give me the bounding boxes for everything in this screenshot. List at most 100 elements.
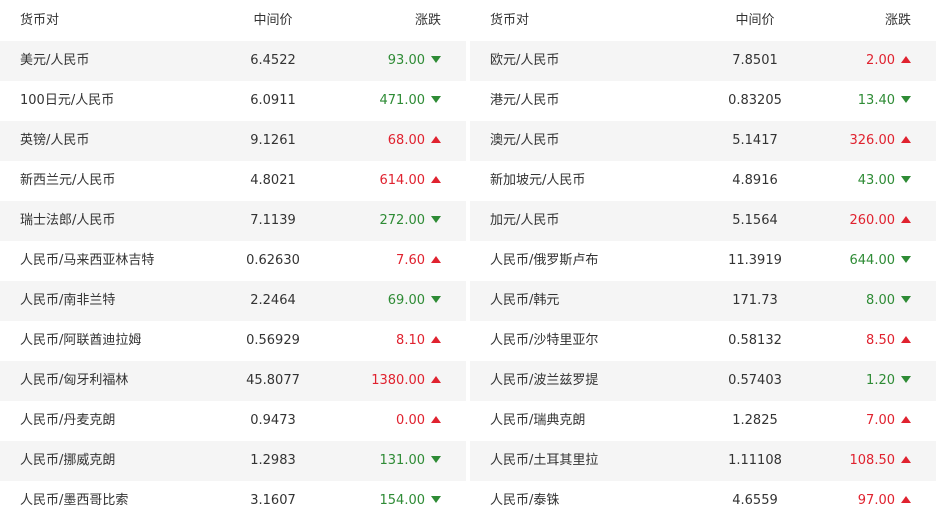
table-row: 人民币/俄罗斯卢布 11.3919 644.00 — [470, 241, 936, 281]
triangle-up-icon — [431, 136, 441, 143]
change-value: 1.20 — [866, 373, 895, 388]
mid-price: 7.1139 — [250, 213, 296, 228]
table-row: 人民币/瑞典克朗 1.2825 7.00 — [470, 401, 936, 441]
mid-price: 1.2983 — [250, 453, 296, 468]
currency-pair: 瑞士法郎/人民币 — [20, 213, 116, 228]
change-value: 326.00 — [849, 133, 896, 148]
triangle-up-icon — [901, 136, 911, 143]
triangle-down-icon — [901, 376, 911, 383]
change-cell: 8.50 — [866, 321, 911, 361]
currency-pair: 英镑/人民币 — [20, 133, 90, 148]
header-change: 涨跌 — [884, 13, 911, 28]
triangle-up-icon — [901, 456, 911, 463]
change-cell: 13.40 — [858, 81, 911, 121]
header-pair: 货币对 — [490, 13, 530, 28]
triangle-down-icon — [431, 96, 441, 103]
change-value: 8.00 — [866, 293, 895, 308]
table-row: 人民币/阿联酋迪拉姆 0.56929 8.10 — [0, 321, 466, 361]
triangle-down-icon — [901, 176, 911, 183]
exchange-rate-board: 货币对 中间价 涨跌 美元/人民币 6.4522 93.00 100日元/人民币 6.0… — [0, 0, 936, 523]
table-row: 人民币/泰铢 4.6559 97.00 — [470, 481, 936, 521]
table-row: 新西兰元/人民币 4.8021 614.00 — [0, 161, 466, 201]
change-cell: 2.00 — [866, 41, 911, 81]
triangle-down-icon — [901, 296, 911, 303]
triangle-down-icon — [431, 216, 441, 223]
table-row: 欧元/人民币 7.8501 2.00 — [470, 41, 936, 81]
mid-price: 6.0911 — [250, 93, 296, 108]
mid-price: 1.11108 — [728, 453, 782, 468]
table-row: 人民币/土耳其里拉 1.11108 108.50 — [470, 441, 936, 481]
mid-price: 0.62630 — [246, 253, 300, 268]
change-cell: 8.00 — [866, 281, 911, 321]
change-value: 272.00 — [379, 213, 426, 228]
mid-price: 0.83205 — [728, 93, 782, 108]
currency-pair: 人民币/阿联酋迪拉姆 — [20, 333, 142, 348]
triangle-down-icon — [901, 256, 911, 263]
triangle-up-icon — [431, 256, 441, 263]
header-pair: 货币对 — [20, 13, 60, 28]
triangle-down-icon — [431, 56, 441, 63]
change-cell: 0.00 — [396, 401, 441, 441]
header-change: 涨跌 — [414, 13, 441, 28]
mid-price: 0.57403 — [728, 373, 782, 388]
triangle-down-icon — [431, 456, 441, 463]
mid-price: 3.1607 — [250, 493, 296, 508]
table-row: 英镑/人民币 9.1261 68.00 — [0, 121, 466, 161]
change-cell: 108.50 — [849, 441, 911, 481]
currency-pair: 欧元/人民币 — [490, 53, 560, 68]
currency-pair: 新西兰元/人民币 — [20, 173, 116, 188]
table-row: 瑞士法郎/人民币 7.1139 272.00 — [0, 201, 466, 241]
change-cell: 154.00 — [379, 481, 441, 521]
mid-price: 4.6559 — [732, 493, 778, 508]
triangle-up-icon — [901, 336, 911, 343]
table-row: 人民币/匈牙利福林 45.8077 1380.00 — [0, 361, 466, 401]
currency-pair: 100日元/人民币 — [20, 93, 115, 108]
change-value: 644.00 — [849, 253, 896, 268]
table-row: 港元/人民币 0.83205 13.40 — [470, 81, 936, 121]
mid-price: 9.1261 — [250, 133, 296, 148]
currency-pair: 澳元/人民币 — [490, 133, 560, 148]
triangle-up-icon — [431, 336, 441, 343]
mid-price: 0.9473 — [250, 413, 296, 428]
change-cell: 260.00 — [850, 201, 911, 241]
header-mid: 中间价 — [253, 13, 293, 28]
table-row: 人民币/沙特里亚尔 0.58132 8.50 — [470, 321, 936, 361]
triangle-up-icon — [901, 496, 911, 503]
currency-pair: 人民币/泰铢 — [490, 493, 560, 508]
change-value: 7.00 — [866, 413, 895, 428]
currency-pair: 人民币/挪威克朗 — [20, 453, 116, 468]
change-value: 43.00 — [857, 173, 895, 188]
change-value: 154.00 — [379, 493, 426, 508]
currency-pair: 人民币/南非兰特 — [20, 293, 116, 308]
table-row: 人民币/南非兰特 2.2464 69.00 — [0, 281, 466, 321]
change-value: 0.00 — [396, 413, 425, 428]
table-row: 人民币/墨西哥比索 3.1607 154.00 — [0, 481, 466, 521]
mid-price: 4.8021 — [250, 173, 296, 188]
table-row: 人民币/挪威克朗 1.2983 131.00 — [0, 441, 466, 481]
change-value: 69.00 — [387, 293, 425, 308]
change-cell: 7.00 — [866, 401, 911, 441]
table-row: 美元/人民币 6.4522 93.00 — [0, 41, 466, 81]
mid-price: 7.8501 — [732, 53, 778, 68]
change-cell: 644.00 — [849, 241, 911, 281]
currency-pair: 新加坡元/人民币 — [490, 173, 586, 188]
triangle-up-icon — [431, 416, 441, 423]
change-cell: 272.00 — [379, 201, 441, 241]
table-row: 加元/人民币 5.1564 260.00 — [470, 201, 936, 241]
change-cell: 7.60 — [396, 241, 441, 281]
table-row: 人民币/韩元 171.73 8.00 — [470, 281, 936, 321]
change-cell: 69.00 — [388, 281, 441, 321]
table-header: 货币对 中间价 涨跌 — [470, 0, 936, 41]
change-cell: 614.00 — [379, 161, 441, 201]
rate-table-left: 货币对 中间价 涨跌 美元/人民币 6.4522 93.00 100日元/人民币 6.0… — [0, 0, 466, 521]
table-row: 新加坡元/人民币 4.8916 43.00 — [470, 161, 936, 201]
change-value: 131.00 — [379, 453, 426, 468]
mid-price: 2.2464 — [250, 293, 296, 308]
currency-pair: 人民币/韩元 — [490, 293, 560, 308]
mid-price: 6.4522 — [250, 53, 296, 68]
change-cell: 43.00 — [858, 161, 911, 201]
change-value: 614.00 — [379, 173, 426, 188]
currency-pair: 人民币/马来西亚林吉特 — [20, 253, 155, 268]
change-value: 108.50 — [849, 453, 896, 468]
table-row: 澳元/人民币 5.1417 326.00 — [470, 121, 936, 161]
